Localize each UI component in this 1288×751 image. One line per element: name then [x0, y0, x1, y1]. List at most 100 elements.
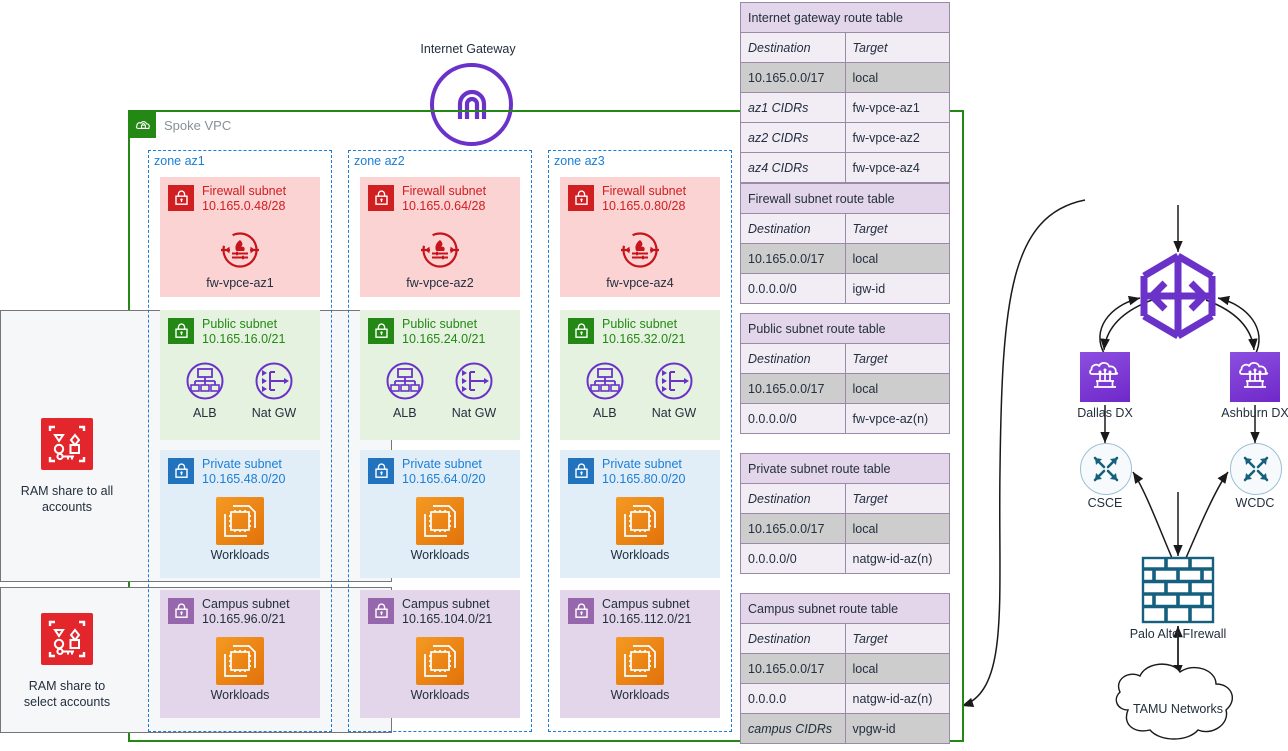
vpc-header: Spoke VPC — [130, 112, 231, 138]
zone-az3-label: zone az3 — [554, 154, 605, 168]
palo-alto-firewall-label: Palo Alto FIrewall — [1129, 627, 1227, 641]
subnet-cidr-private-az3: 10.165.80.0/20 — [602, 472, 686, 486]
vpc-cloud-icon — [130, 112, 156, 138]
route-table-internet-gateway: Internet gateway route table Destination… — [740, 2, 950, 183]
alb-node-az3[interactable]: ALB — [584, 360, 626, 420]
application-load-balancer-icon — [186, 362, 224, 400]
dallas-dx-label: Dallas DX — [1077, 406, 1133, 420]
workloads-node-campus-az2[interactable]: Workloads — [360, 637, 520, 702]
wcdc-router-icon[interactable] — [1230, 443, 1282, 495]
workloads-label-private-az3: Workloads — [610, 548, 670, 562]
ram-share-select-label: RAM share to select accounts — [23, 679, 111, 709]
workloads-node-campus-az3[interactable]: Workloads — [560, 637, 720, 702]
tamu-networks-label: TAMU Networks — [1132, 702, 1224, 716]
lock-icon-public — [568, 318, 594, 344]
subnet-cidr-firewall-az3: 10.165.0.80/28 — [602, 199, 686, 213]
subnet-public-az1[interactable]: Public subnet 10.165.16.0/21 ALB Nat GW — [160, 310, 320, 440]
natgw-node-az1[interactable]: Nat GW — [252, 360, 296, 420]
subnet-private-az1[interactable]: Private subnet 10.165.48.0/20 Workloads — [160, 450, 320, 578]
subnet-cidr-campus-az2: 10.165.104.0/21 — [402, 612, 493, 626]
route-table-private-subnet: Private subnet route table Destination T… — [740, 453, 950, 574]
table-row: 0.0.0.0/0 fw-vpce-az(n) — [740, 403, 950, 434]
dallas-dx-icon[interactable] — [1080, 352, 1130, 402]
subnet-cidr-public-az1: 10.165.16.0/21 — [202, 332, 286, 346]
subnet-cidr-firewall-az2: 10.165.0.64/28 — [402, 199, 486, 213]
natgw-node-az3[interactable]: Nat GW — [652, 360, 696, 420]
zone-az1-label: zone az1 — [154, 154, 205, 168]
ashburn-dx-icon[interactable] — [1230, 352, 1280, 402]
subnet-private-az3[interactable]: Private subnet 10.165.80.0/20 Workloads — [560, 450, 720, 578]
col-target: Target — [844, 483, 950, 514]
workloads-label-private-az1: Workloads — [210, 548, 270, 562]
workloads-node-private-az3[interactable]: Workloads — [560, 497, 720, 562]
palo-alto-firewall-icon[interactable] — [1141, 556, 1215, 624]
workloads-label-campus-az3: Workloads — [610, 688, 670, 702]
firewall-endpoint-label-az1: fw-vpce-az1 — [206, 276, 274, 290]
firewall-endpoint-az2[interactable]: fw-vpce-az2 — [360, 227, 520, 290]
table-row: az4 CIDRs fw-vpce-az4 — [740, 152, 950, 183]
subnet-firewall-az1[interactable]: Firewall subnet 10.165.0.48/28 fw-vpce-az… — [160, 177, 320, 297]
subnet-cidr-campus-az1: 10.165.96.0/21 — [202, 612, 286, 626]
subnet-title-campus-az1: Campus subnet — [202, 597, 290, 611]
natgw-label-az3: Nat GW — [651, 406, 697, 420]
application-load-balancer-icon — [386, 362, 424, 400]
lock-icon-campus — [168, 598, 194, 624]
ram-share-icon — [41, 418, 93, 470]
direct-connect-glyph — [1089, 362, 1119, 388]
subnet-firewall-az3[interactable]: Firewall subnet 10.165.0.80/28 fw-vpce-az… — [560, 177, 720, 297]
ram-share-all-label: RAM share to all accounts — [20, 484, 114, 514]
subnet-title-private-az3: Private subnet — [602, 457, 682, 471]
router-glyph — [1093, 456, 1119, 482]
virtual-private-gateway-icon[interactable] — [1132, 250, 1224, 342]
alb-node-az2[interactable]: ALB — [384, 360, 426, 420]
workloads-node-campus-az1[interactable]: Workloads — [160, 637, 320, 702]
natgw-label-az2: Nat GW — [451, 406, 497, 420]
workloads-label-campus-az2: Workloads — [410, 688, 470, 702]
subnet-public-az3[interactable]: Public subnet 10.165.32.0/21 ALB Nat GW — [560, 310, 720, 440]
lock-icon-firewall — [168, 185, 194, 211]
vpc-cloud-glyph — [135, 120, 150, 129]
subnet-cidr-firewall-az1: 10.165.0.48/28 — [202, 199, 286, 213]
workloads-ec2-icon — [416, 637, 464, 685]
edge-fw-to-wcdc — [1185, 471, 1229, 559]
csce-router-icon[interactable] — [1080, 443, 1132, 495]
subnet-campus-az1[interactable]: Campus subnet 10.165.96.0/21 Workloads — [160, 590, 320, 718]
route-table-firewall-subnet: Firewall subnet route table Destination … — [740, 183, 950, 304]
lock-icon-public — [168, 318, 194, 344]
workloads-node-private-az2[interactable]: Workloads — [360, 497, 520, 562]
internet-gateway-label: Internet Gateway — [420, 42, 516, 56]
table-row: 10.165.0.0/17 local — [740, 653, 950, 684]
subnet-firewall-az2[interactable]: Firewall subnet 10.165.0.64/28 fw-vpce-az… — [360, 177, 520, 297]
subnet-cidr-public-az3: 10.165.32.0/21 — [602, 332, 686, 346]
csce-router-label: CSCE — [1087, 496, 1123, 510]
subnet-campus-az2[interactable]: Campus subnet 10.165.104.0/21 Workloads — [360, 590, 520, 718]
table-row: az2 CIDRs fw-vpce-az2 — [740, 122, 950, 153]
col-destination: Destination — [740, 32, 846, 63]
subnet-cidr-private-az2: 10.165.64.0/20 — [402, 472, 486, 486]
table-row: 0.0.0.0/0 natgw-id-az(n) — [740, 543, 950, 574]
workloads-ec2-icon — [616, 637, 664, 685]
col-destination: Destination — [740, 483, 846, 514]
subnet-title-firewall-az3: Firewall subnet — [602, 184, 687, 198]
firewall-endpoint-az3[interactable]: fw-vpce-az4 — [560, 227, 720, 290]
subnet-title-public-az3: Public subnet — [602, 317, 678, 331]
subnet-campus-az3[interactable]: Campus subnet 10.165.112.0/21 Workloads — [560, 590, 720, 718]
subnet-private-az2[interactable]: Private subnet 10.165.64.0/20 Workloads — [360, 450, 520, 578]
alb-label-az2: ALB — [392, 406, 417, 420]
col-target: Target — [844, 32, 950, 63]
alb-node-az1[interactable]: ALB — [184, 360, 226, 420]
lock-icon-campus — [368, 598, 394, 624]
nat-gateway-icon — [255, 362, 293, 400]
nat-gateway-icon — [655, 362, 693, 400]
diagram-canvas: Internet Gateway Spoke VPC RAM share to … — [0, 0, 1288, 751]
firewall-endpoint-az1[interactable]: fw-vpce-az1 — [160, 227, 320, 290]
wcdc-router-label: WCDC — [1235, 496, 1275, 510]
table-row: 0.0.0.0/0 igw-id — [740, 273, 950, 304]
table-row: 10.165.0.0/17 local — [740, 243, 950, 274]
ram-icon-select — [41, 613, 93, 665]
natgw-node-az2[interactable]: Nat GW — [452, 360, 496, 420]
nat-gateway-icon — [455, 362, 493, 400]
subnet-public-az2[interactable]: Public subnet 10.165.24.0/21 ALB Nat GW — [360, 310, 520, 440]
firewall-endpoint-label-az3: fw-vpce-az4 — [606, 276, 674, 290]
workloads-node-private-az1[interactable]: Workloads — [160, 497, 320, 562]
